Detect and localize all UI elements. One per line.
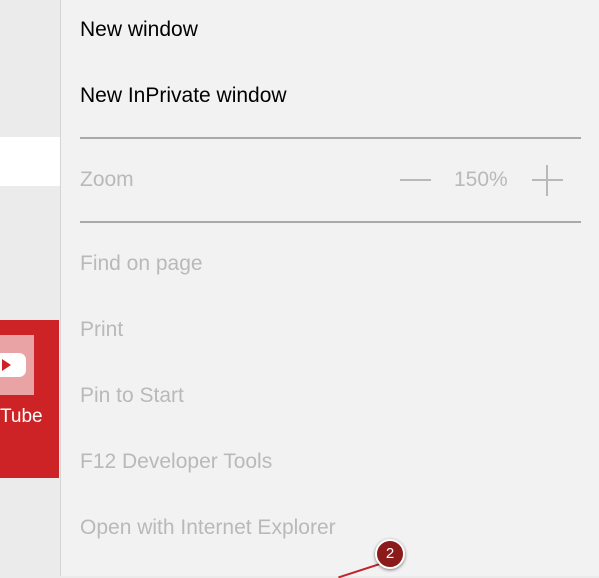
zoom-row: Zoom 150% <box>80 165 581 197</box>
menu-item-print[interactable]: Print <box>80 317 123 343</box>
minus-icon[interactable] <box>400 179 431 181</box>
more-actions-menu: New window New InPrivate window Zoom 150… <box>60 0 599 576</box>
zoom-label: Zoom <box>80 168 134 191</box>
menu-item-find-on-page[interactable]: Find on page <box>80 251 203 277</box>
menu-item-open-with-ie[interactable]: Open with Internet Explorer <box>80 515 336 541</box>
menu-divider <box>80 221 581 223</box>
zoom-level: 150% <box>454 168 508 191</box>
address-bar-fragment <box>0 137 60 186</box>
menu-item-new-inprivate-window[interactable]: New InPrivate window <box>80 83 287 109</box>
menu-divider <box>80 137 581 139</box>
youtube-logo <box>0 335 34 395</box>
callout-badge: 2 <box>375 539 405 569</box>
youtube-tile[interactable]: Tube <box>0 320 59 478</box>
browser-content-area: Tube <box>0 0 60 576</box>
menu-item-pin-to-start[interactable]: Pin to Start <box>80 383 184 409</box>
youtube-play-icon <box>0 353 26 377</box>
youtube-tile-label: Tube <box>0 406 43 427</box>
plus-icon[interactable] <box>532 165 563 196</box>
menu-item-new-window[interactable]: New window <box>80 17 198 43</box>
menu-item-developer-tools[interactable]: F12 Developer Tools <box>80 449 272 475</box>
